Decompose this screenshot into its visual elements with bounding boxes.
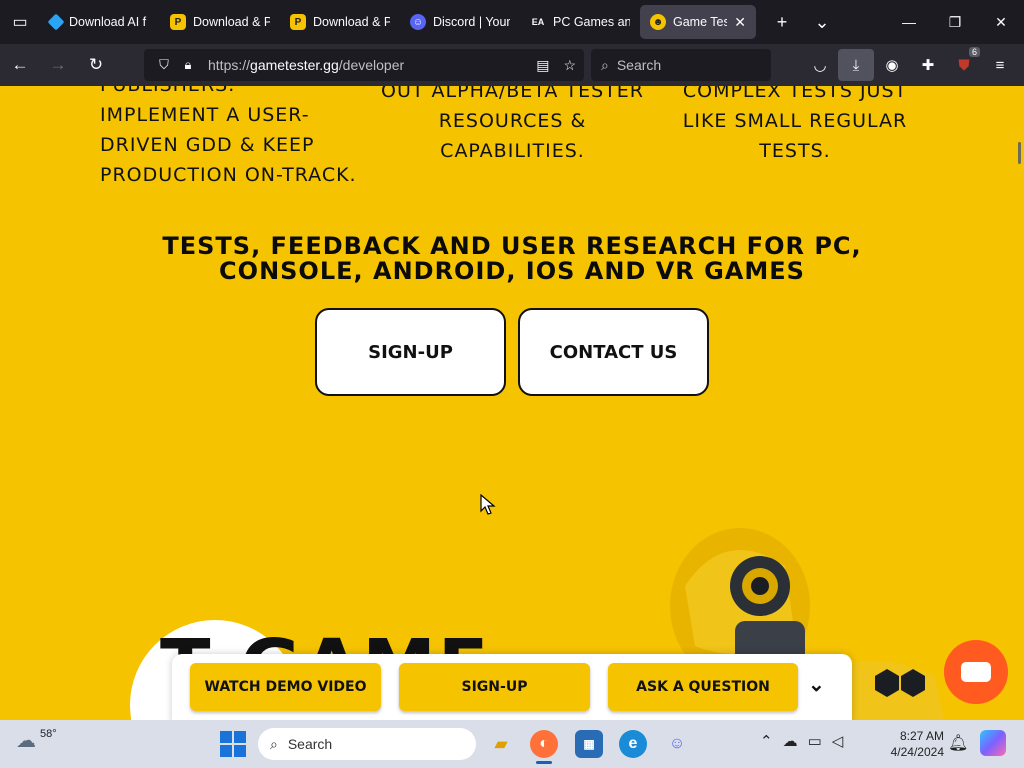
chevron-up-icon[interactable]: ⌃ [760, 732, 773, 750]
discord-icon: ☺ [410, 14, 426, 30]
bookmark-star-icon[interactable]: ☆ [563, 57, 576, 74]
extension-badge: 6 [968, 47, 980, 57]
reload-icon[interactable]: ↻ [78, 49, 114, 81]
start-icon[interactable] [220, 731, 246, 757]
web-page: PUBLISHERS. IMPLEMENT A USER-DRIVEN GDD … [0, 86, 1024, 720]
page-scrollbar[interactable] [1018, 142, 1021, 164]
browser-tab-bar: ▭ Download AI f P Download & P P Downloa… [0, 0, 1024, 44]
taskbar-search-placeholder: Search [287, 736, 333, 752]
url-prefix: https:// [208, 57, 251, 73]
clock-time: 8:27 AM [899, 729, 944, 743]
tab-game-tester[interactable]: ☻ Game Teste ✕ [640, 5, 756, 39]
discord-icon[interactable]: ☺ [663, 730, 691, 758]
chevron-down-icon[interactable]: ⌄ [802, 12, 842, 33]
lock-icon[interactable]: 🔒︎ [176, 57, 200, 73]
signup-button[interactable]: SIGN-UP [315, 308, 506, 396]
watch-demo-button[interactable]: WATCH DEMO VIDEO [190, 663, 381, 711]
feature-text-1: PUBLISHERS. IMPLEMENT A USER-DRIVEN GDD … [100, 86, 357, 186]
url-path: /developer [338, 57, 405, 73]
photos-icon[interactable]: ▦ [575, 730, 603, 758]
shield-icon[interactable]: ⛉ [152, 57, 176, 73]
restore-icon[interactable]: ❐ [932, 14, 978, 31]
close-window-icon[interactable]: ✕ [978, 14, 1024, 31]
tab-title: Discord | Your [433, 15, 510, 29]
tab-title: Download AI f [69, 15, 147, 29]
notification-bell-icon[interactable]: 🔔︎ [948, 733, 968, 753]
firefox-icon[interactable]: ◐ [530, 730, 558, 758]
ublock-icon[interactable]: ⛊ 6 [946, 47, 982, 81]
contact-us-button[interactable]: CONTACT US [518, 308, 709, 396]
mouse-cursor-icon [480, 494, 496, 515]
chat-widget-button[interactable] [944, 640, 1008, 704]
search-icon: ⌕ [601, 56, 609, 73]
search-placeholder: Search [616, 57, 662, 73]
onedrive-icon[interactable]: ☁ [783, 732, 798, 750]
reader-view-icon[interactable]: ▤ [536, 57, 549, 74]
sticky-signup-button[interactable]: SIGN-UP [399, 663, 590, 711]
minimize-icon[interactable]: — [886, 14, 932, 31]
file-explorer-icon[interactable]: ▰ [487, 730, 515, 758]
diamond-icon [47, 13, 65, 31]
volume-muted-icon[interactable]: ◁ [832, 732, 844, 750]
copilot-icon[interactable] [980, 730, 1006, 756]
tab-download-p1[interactable]: P Download & P [160, 5, 280, 39]
game-tester-icon: ☻ [650, 14, 666, 30]
p-logo-icon: P [290, 14, 306, 30]
url-bar[interactable]: ⛉ 🔒︎ https://gametester.gg/developer ▤ ☆ [144, 49, 584, 81]
clock-date: 4/24/2024 [890, 745, 944, 759]
tab-discord[interactable]: ☺ Discord | Your [400, 5, 520, 39]
active-app-indicator [536, 761, 552, 764]
edge-icon[interactable]: e [619, 730, 647, 758]
tab-pc-games[interactable]: EA PC Games and [520, 5, 640, 39]
display-icon[interactable]: ▭ [808, 732, 822, 750]
sticky-action-bar: WATCH DEMO VIDEO SIGN-UP ASK A QUESTION … [172, 654, 852, 720]
feature-text-3: COMPLEX TESTS JUST LIKE SMALL REGULAR TE… [682, 86, 908, 162]
cloud-icon: ☁ [16, 730, 36, 752]
chevron-down-icon[interactable]: ⌄ [808, 672, 825, 697]
ask-question-button[interactable]: ASK A QUESTION [608, 663, 798, 711]
pocket-icon[interactable]: ◡ [802, 49, 838, 81]
section-headline: TESTS, FEEDBACK AND USER RESEARCH FOR PC… [162, 232, 862, 285]
tab-title: Game Teste [673, 15, 728, 29]
system-tray: ⌃ ☁ ▭ ◁ [760, 732, 843, 750]
taskbar-search[interactable]: ⌕ Search [258, 728, 476, 760]
close-tab-icon[interactable]: ✕ [734, 14, 746, 31]
taskbar-clock[interactable]: 8:27 AM 4/24/2024 [884, 728, 944, 760]
weather-temp: 58° [40, 728, 57, 740]
navigation-bar: ← → ↻ ⛉ 🔒︎ https://gametester.gg/develop… [0, 44, 1024, 86]
chat-icon [961, 662, 991, 682]
extensions-icon[interactable]: ✚ [910, 49, 946, 81]
windows-taskbar: ☁ 58° ⌕ Search ▰ ◐ ▦ e ☺ ⌃ ☁ ▭ ◁ 8:27 AM… [0, 720, 1024, 768]
feature-text-2: OUT ALPHA/BETA TESTER RESOURCES & CAPABI… [381, 86, 644, 162]
weather-widget[interactable]: ☁ 58° [16, 728, 57, 753]
account-icon[interactable]: ◉ [874, 49, 910, 81]
p-logo-icon: P [170, 14, 186, 30]
tab-title: Download & P [193, 15, 270, 29]
tab-list-icon[interactable]: ▭ [0, 0, 40, 44]
back-icon[interactable]: ← [2, 49, 38, 81]
url-host: gametester.gg [250, 57, 339, 73]
search-bar[interactable]: ⌕ Search [591, 49, 771, 81]
ea-logo-icon: EA [531, 17, 545, 27]
forward-icon[interactable]: → [40, 49, 76, 81]
download-icon[interactable]: ⤓ [838, 49, 874, 81]
new-tab-icon[interactable]: + [762, 12, 802, 33]
tab-title: PC Games and [553, 15, 630, 29]
tab-download-p2[interactable]: P Download & P [280, 5, 400, 39]
search-icon: ⌕ [270, 735, 278, 752]
url-text[interactable]: https://gametester.gg/developer [208, 57, 404, 73]
tab-title: Download & P [313, 15, 390, 29]
menu-icon[interactable]: ≡ [982, 49, 1018, 81]
tab-download-ai[interactable]: Download AI f [40, 5, 160, 39]
